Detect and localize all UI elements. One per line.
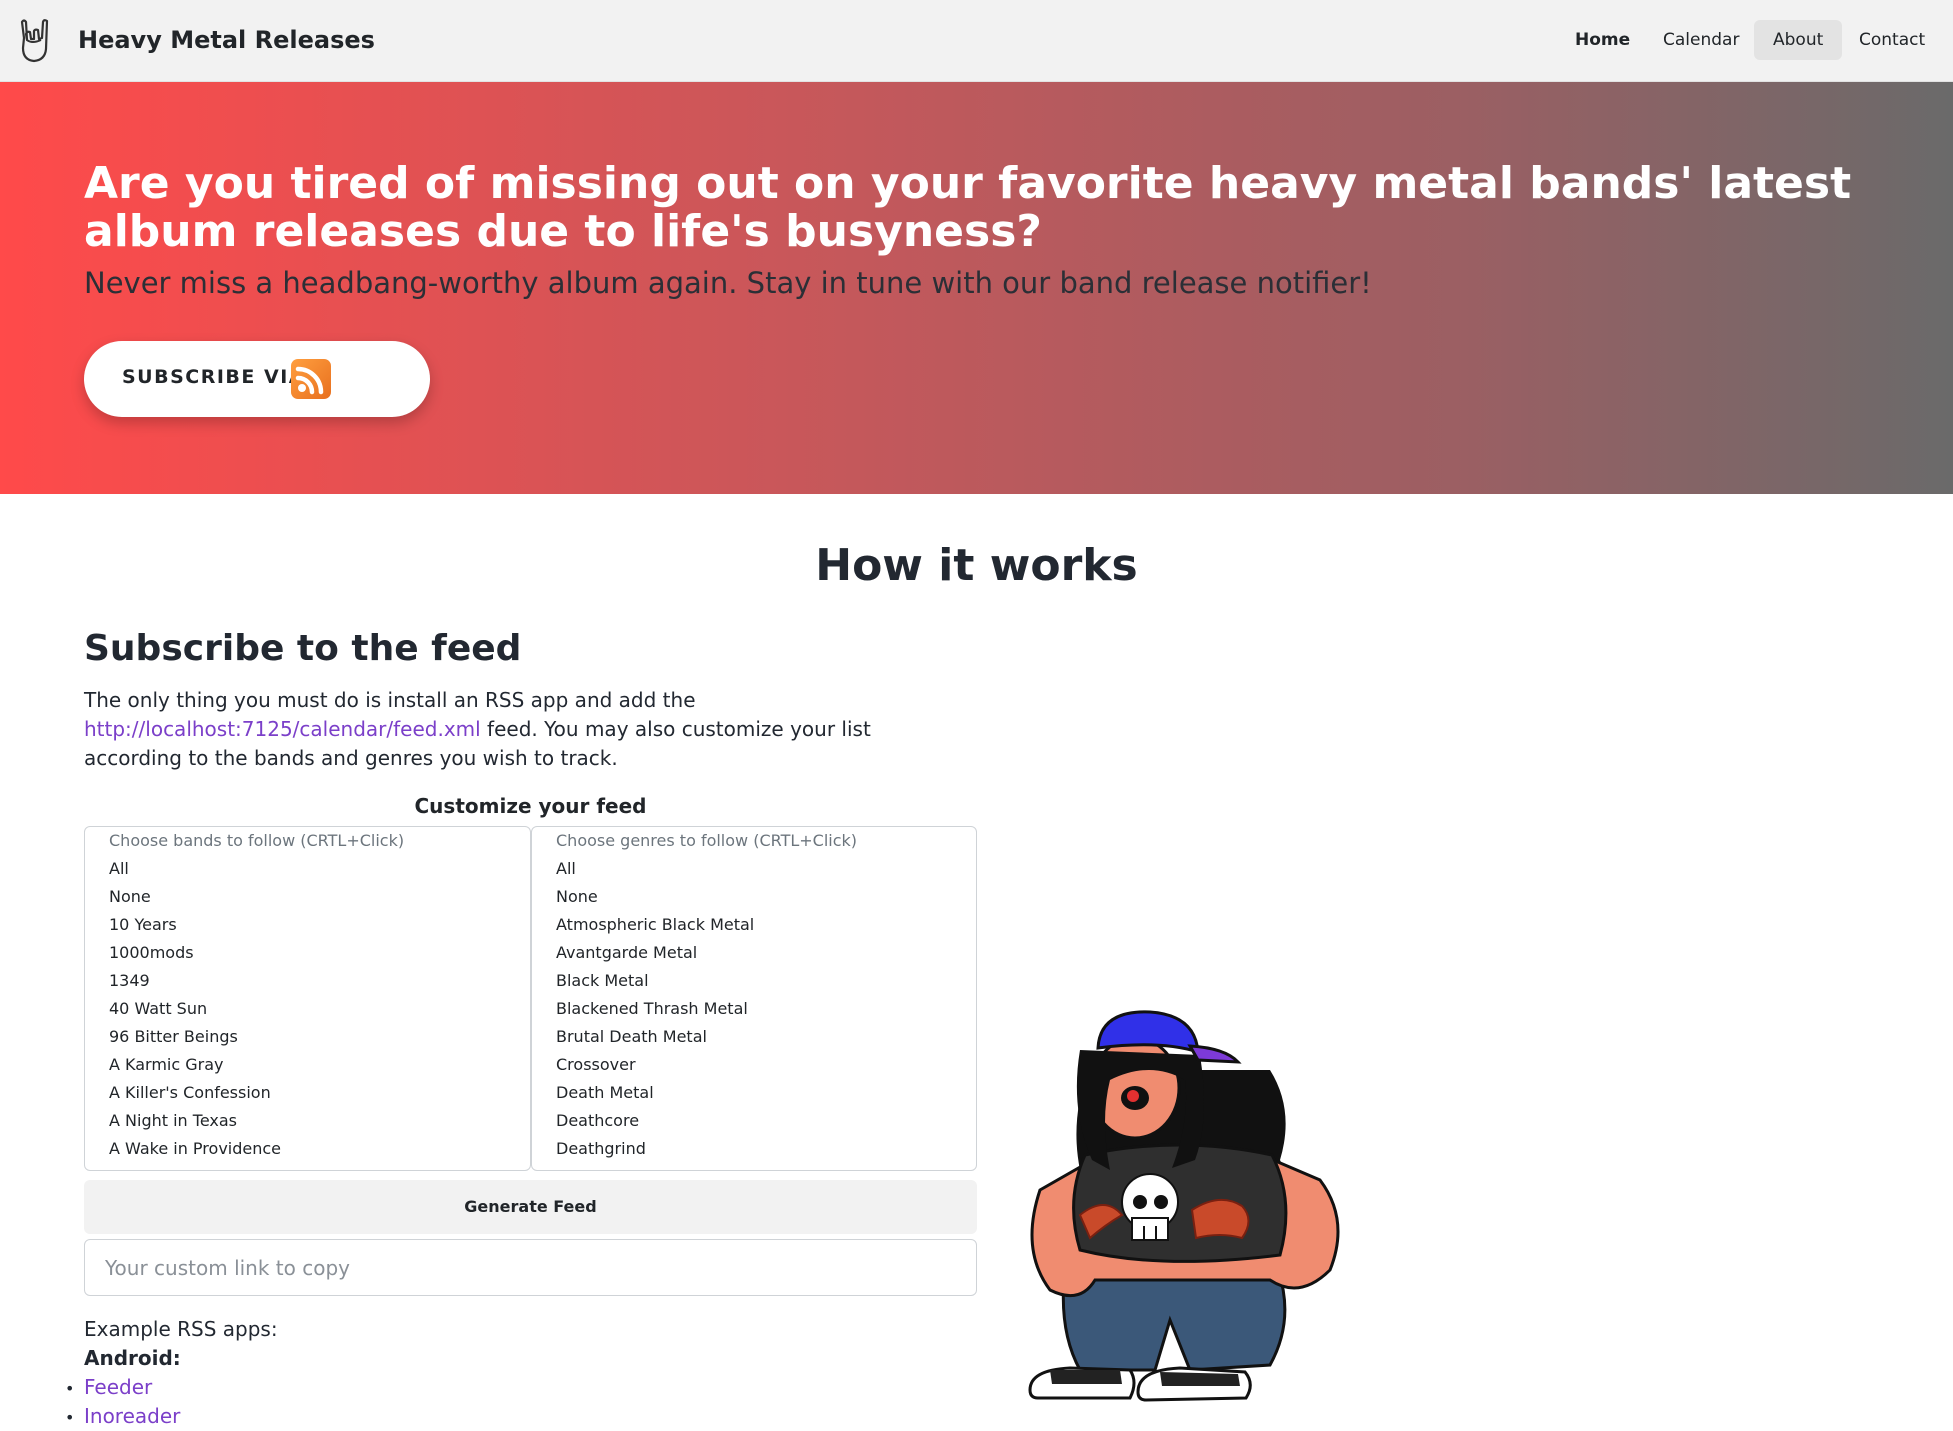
nav-home[interactable]: Home	[1556, 20, 1649, 60]
rock-hand-icon[interactable]	[14, 16, 54, 64]
band-option[interactable]: A Karmic Gray	[85, 1051, 530, 1079]
genre-option[interactable]: Deathgrind	[532, 1135, 976, 1163]
band-option[interactable]: 10 Years	[85, 911, 530, 939]
band-option[interactable]: 1000mods	[85, 939, 530, 967]
how-it-works-title: How it works	[815, 540, 1138, 591]
genres-multiselect[interactable]: Choose genres to follow (CRTL+Click) All…	[531, 826, 977, 1171]
feed-link[interactable]: http://localhost:7125/calendar/feed.xml	[84, 717, 481, 741]
genre-option[interactable]: Atmospheric Black Metal	[532, 911, 976, 939]
app-link-inoreader[interactable]: Inoreader	[84, 1404, 180, 1428]
subscribe-label: SUBSCRIBE VIA	[122, 366, 305, 388]
nav-calendar[interactable]: Calendar	[1644, 20, 1758, 60]
band-option[interactable]: All	[85, 855, 530, 883]
genre-option[interactable]: Crossover	[532, 1051, 976, 1079]
list-item: • Inoreader	[65, 1404, 180, 1428]
brand-title[interactable]: Heavy Metal Releases	[78, 26, 375, 54]
genre-option[interactable]: None	[532, 883, 976, 911]
genre-option[interactable]: Avantgarde Metal	[532, 939, 976, 967]
bullet: •	[65, 1408, 75, 1427]
genre-option[interactable]: Black Metal	[532, 967, 976, 995]
customize-feed-title: Customize your feed	[414, 794, 647, 818]
genre-option[interactable]: Brutal Death Metal	[532, 1023, 976, 1051]
hero-subtitle: Never miss a headbang-worthy album again…	[84, 266, 1372, 300]
band-option[interactable]: A Wake in Providence	[85, 1135, 530, 1163]
nav-contact[interactable]: Contact	[1840, 20, 1944, 60]
custom-link-input[interactable]	[84, 1239, 977, 1296]
genre-option[interactable]: Death Metal	[532, 1079, 976, 1107]
genre-option[interactable]: All	[532, 855, 976, 883]
hero-banner: Are you tired of missing out on your fav…	[0, 82, 1953, 494]
intro-text: The only thing you must do is install an…	[84, 686, 964, 773]
navbar: Heavy Metal Releases Home Calendar About…	[0, 0, 1953, 82]
bullet: •	[65, 1379, 75, 1398]
subscribe-section-title: Subscribe to the feed	[84, 628, 522, 669]
band-option[interactable]: 96 Bitter Beings	[85, 1023, 530, 1051]
band-option[interactable]: A Night in Texas	[85, 1107, 530, 1135]
list-item: • Feeder	[65, 1375, 152, 1399]
examples-label: Example RSS apps:	[84, 1317, 278, 1341]
genre-option[interactable]: Blackened Thrash Metal	[532, 995, 976, 1023]
genre-option[interactable]: Deathcore	[532, 1107, 976, 1135]
band-option[interactable]: A Killer's Confession	[85, 1079, 530, 1107]
band-option[interactable]: 40 Watt Sun	[85, 995, 530, 1023]
band-option[interactable]: None	[85, 883, 530, 911]
genres-placeholder: Choose genres to follow (CRTL+Click)	[556, 831, 858, 850]
intro-text-before: The only thing you must do is install an…	[84, 688, 696, 712]
rss-icon	[291, 359, 331, 399]
metalhead-mascot	[1028, 1010, 1340, 1402]
bands-placeholder: Choose bands to follow (CRTL+Click)	[109, 831, 405, 850]
subscribe-rss-button[interactable]: SUBSCRIBE VIA	[84, 341, 430, 417]
android-label: Android:	[84, 1346, 181, 1370]
band-option[interactable]: 1349	[85, 967, 530, 995]
generate-feed-button[interactable]: Generate Feed	[84, 1180, 977, 1234]
app-link-feeder[interactable]: Feeder	[84, 1375, 152, 1399]
hero-title: Are you tired of missing out on your fav…	[84, 158, 1852, 257]
bands-multiselect[interactable]: Choose bands to follow (CRTL+Click) All …	[84, 826, 531, 1171]
nav-about[interactable]: About	[1754, 20, 1843, 60]
